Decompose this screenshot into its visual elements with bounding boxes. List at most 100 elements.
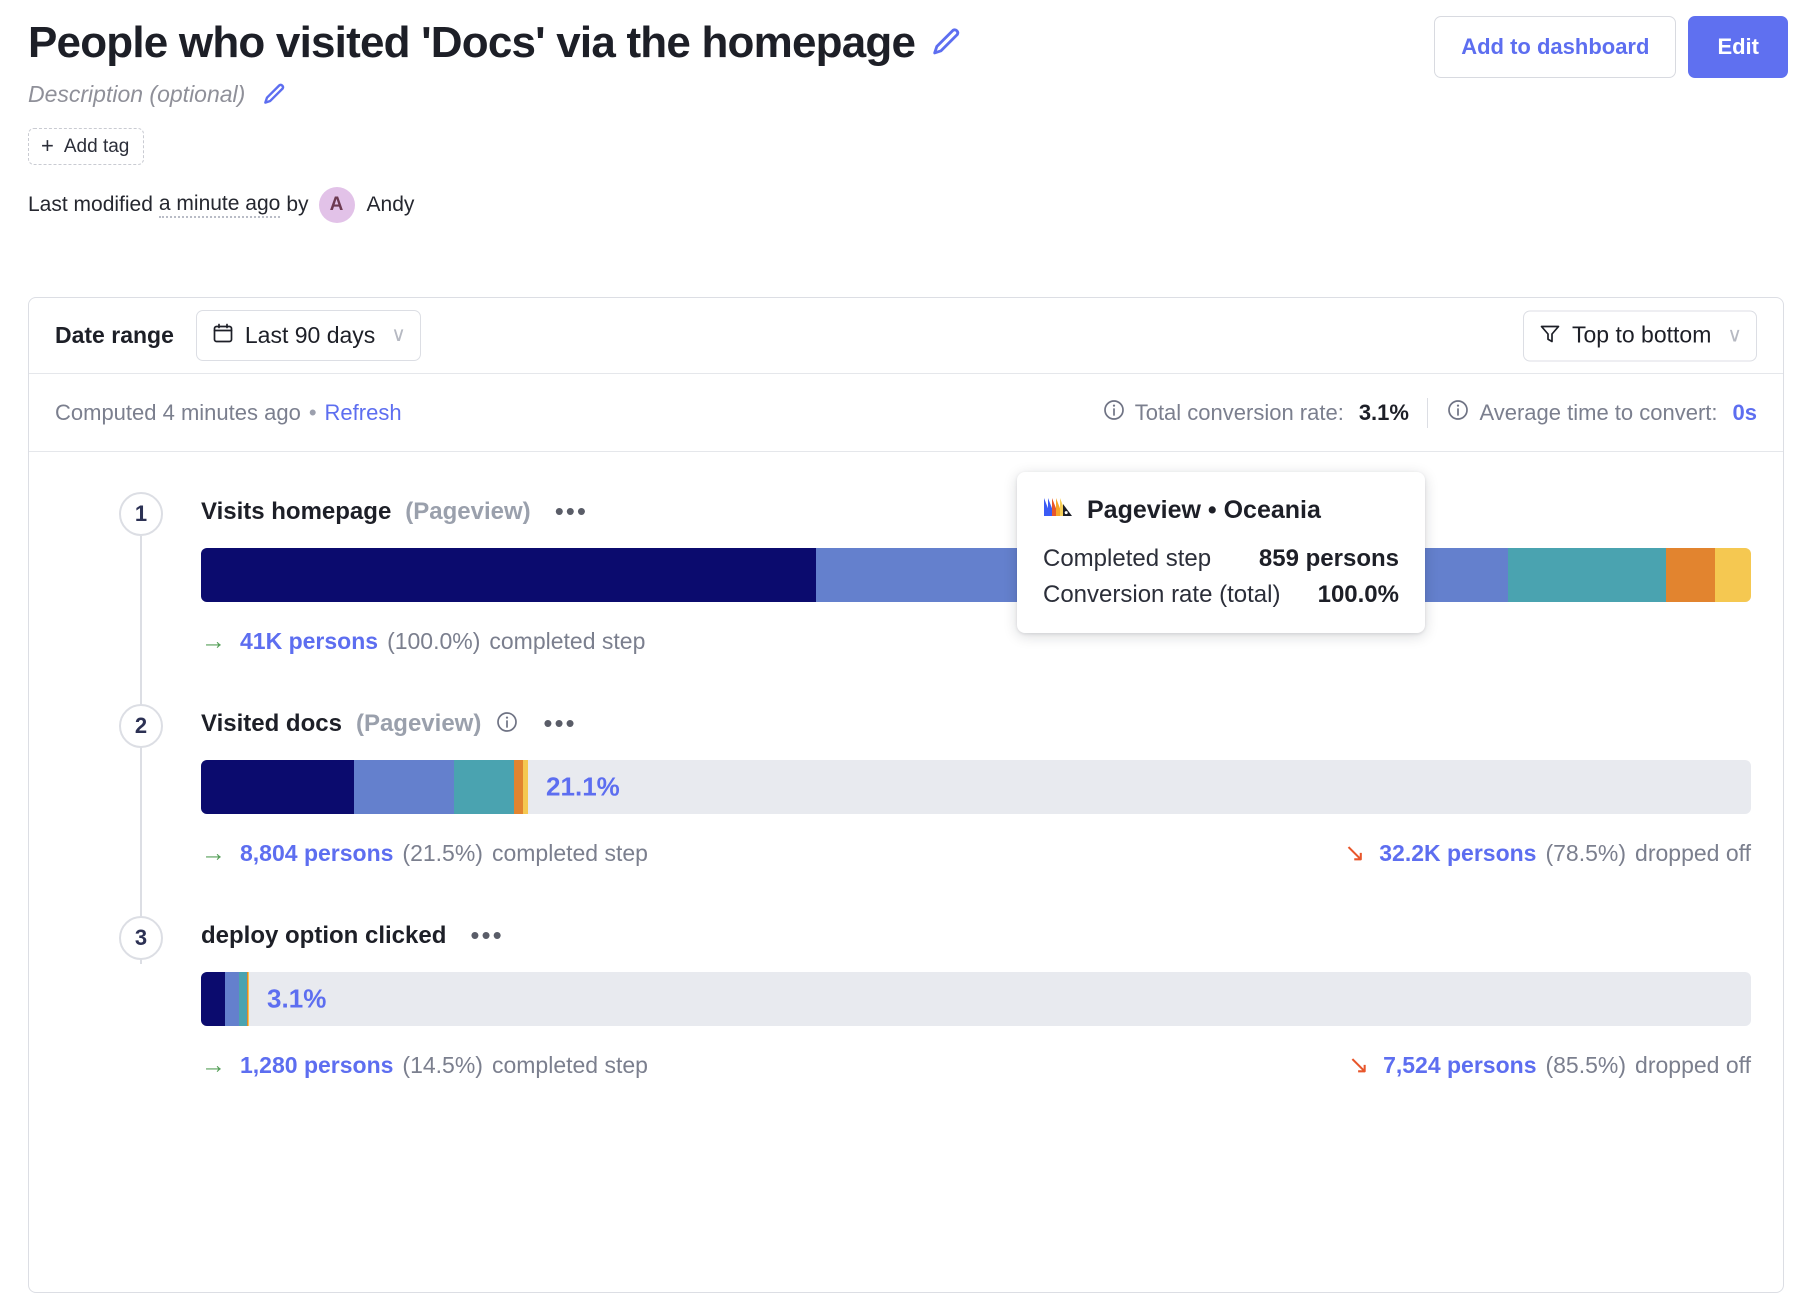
step-number-badge: 3 bbox=[119, 916, 163, 960]
step-name: deploy option clicked bbox=[201, 922, 446, 950]
completed-count[interactable]: 8,804 persons bbox=[240, 840, 393, 867]
completed-suffix: completed step bbox=[492, 1052, 648, 1079]
step-legend: → 1,280 persons (14.5%) completed step ↘ 7,52… bbox=[29, 1048, 1783, 1082]
total-conversion-rate: Total conversion rate: 3.1% bbox=[1102, 398, 1409, 428]
add-to-dashboard-button[interactable]: Add to dashboard bbox=[1434, 16, 1676, 78]
funnel-icon bbox=[1538, 321, 1562, 349]
bar-percent-label: 3.1% bbox=[267, 984, 326, 1015]
avatar[interactable]: A bbox=[319, 187, 355, 223]
edit-title-pencil-icon[interactable] bbox=[929, 26, 963, 60]
info-icon[interactable] bbox=[1446, 398, 1470, 428]
chevron-down-icon: ∨ bbox=[1727, 325, 1742, 345]
date-range-label: Date range bbox=[55, 322, 174, 349]
stats-divider bbox=[1427, 398, 1429, 428]
dropped-count[interactable]: 7,524 persons bbox=[1383, 1052, 1536, 1079]
step-name: Visited docs bbox=[201, 710, 342, 738]
bar-segment[interactable] bbox=[454, 760, 514, 814]
header-actions: Add to dashboard Edit bbox=[1434, 16, 1788, 78]
tooltip-row-value: 859 persons bbox=[1259, 545, 1399, 573]
tag-row: + Add tag bbox=[28, 128, 1784, 165]
arrow-right-icon: → bbox=[201, 1053, 226, 1078]
add-tag-label: Add tag bbox=[64, 137, 130, 156]
step-header: Visits homepage(Pageview)••• bbox=[29, 492, 1783, 532]
bar-segment[interactable] bbox=[225, 972, 239, 1026]
arrow-drop-icon: ↘ bbox=[1348, 1053, 1369, 1078]
edit-description-pencil-icon[interactable] bbox=[261, 82, 287, 108]
step-header: Visited docs(Pageview)••• bbox=[29, 704, 1783, 744]
info-icon[interactable] bbox=[495, 710, 519, 739]
average-time-to-convert: Average time to convert: 0s bbox=[1446, 398, 1757, 428]
info-icon[interactable] bbox=[1102, 398, 1126, 428]
step-bar[interactable]: 21.1% bbox=[201, 760, 1751, 814]
user-name: Andy bbox=[367, 193, 415, 217]
computed-text: Computed 4 minutes ago bbox=[55, 400, 301, 426]
bar-segment[interactable] bbox=[1715, 548, 1751, 602]
dropoff-group: ↘32.2K persons(78.5%)dropped off bbox=[1344, 840, 1751, 867]
step-more-options-icon[interactable]: ••• bbox=[470, 928, 503, 944]
date-range-value: Last 90 days bbox=[245, 324, 375, 347]
step-number-badge: 2 bbox=[119, 704, 163, 748]
tooltip-row-key: Conversion rate (total) bbox=[1043, 581, 1280, 609]
tooltip-row: Completed step 859 persons bbox=[1043, 545, 1399, 573]
card-toolbar: Date range Last 90 days ∨ Top to bottom … bbox=[29, 298, 1783, 374]
step-legend: →8,804 persons(21.5%)completed step↘32.2… bbox=[29, 836, 1783, 870]
dropped-count[interactable]: 32.2K persons bbox=[1379, 840, 1536, 867]
funnel-card: Date range Last 90 days ∨ Top to bottom … bbox=[28, 297, 1784, 1293]
completed-suffix: completed step bbox=[489, 628, 645, 655]
stats-separator: • bbox=[309, 400, 317, 426]
refresh-button[interactable]: Refresh bbox=[325, 400, 402, 426]
add-tag-button[interactable]: + Add tag bbox=[28, 128, 144, 165]
page-header: People who visited 'Docs' via the homepa… bbox=[0, 0, 1812, 223]
bar-segment[interactable] bbox=[1666, 548, 1716, 602]
calendar-icon bbox=[211, 321, 235, 349]
chevron-down-icon: ∨ bbox=[391, 325, 406, 345]
dropped-suffix: dropped off bbox=[1635, 1052, 1751, 1079]
step-bar[interactable]: 3.1% bbox=[201, 972, 1751, 1026]
description-row: Description (optional) bbox=[28, 81, 1784, 108]
last-modified-prefix: Last modified bbox=[28, 193, 153, 217]
date-range-select[interactable]: Last 90 days ∨ bbox=[196, 310, 421, 361]
bar-segment[interactable] bbox=[248, 972, 249, 1026]
last-modified-relative[interactable]: a minute ago bbox=[159, 192, 280, 218]
bar-segment[interactable] bbox=[514, 760, 523, 814]
arrow-drop-icon: ↘ bbox=[1344, 841, 1365, 866]
step-more-options-icon[interactable]: ••• bbox=[555, 504, 588, 520]
bar-segment[interactable] bbox=[201, 548, 816, 602]
bar-segment[interactable] bbox=[1508, 548, 1666, 602]
last-modified-by: by bbox=[286, 193, 308, 217]
dropped-percent: (85.5%) bbox=[1545, 1052, 1626, 1079]
average-time-value: 0s bbox=[1733, 400, 1757, 426]
completed-percent: (21.5%) bbox=[402, 840, 483, 867]
bar-segment[interactable] bbox=[201, 972, 225, 1026]
step-name: Visits homepage bbox=[201, 498, 391, 526]
tooltip-title: Pageview • Oceania bbox=[1087, 496, 1321, 525]
tooltip-header: Pageview • Oceania bbox=[1043, 494, 1399, 527]
step-bar[interactable] bbox=[201, 548, 1751, 602]
description-placeholder: Description (optional) bbox=[28, 81, 245, 108]
bar-segment[interactable] bbox=[239, 972, 248, 1026]
total-conversion-label: Total conversion rate: bbox=[1135, 400, 1344, 426]
dropoff-group: ↘ 7,524 persons (85.5%) dropped off bbox=[1348, 1052, 1751, 1079]
edit-button[interactable]: Edit bbox=[1688, 16, 1788, 78]
toolbar-right: Top to bottom ∨ bbox=[1523, 310, 1757, 361]
layout-select[interactable]: Top to bottom ∨ bbox=[1523, 310, 1757, 361]
card-stats-strip: Computed 4 minutes ago • Refresh Total c… bbox=[29, 374, 1783, 452]
step-more-options-icon[interactable]: ••• bbox=[543, 716, 576, 732]
funnel-tooltip: Pageview • Oceania Completed step 859 pe… bbox=[1017, 472, 1425, 633]
average-time-label: Average time to convert: bbox=[1479, 400, 1717, 426]
tooltip-row-key: Completed step bbox=[1043, 545, 1211, 573]
completed-count[interactable]: 41K persons bbox=[240, 628, 378, 655]
arrow-right-icon: → bbox=[201, 629, 226, 654]
completed-count[interactable]: 1,280 persons bbox=[240, 1052, 393, 1079]
funnel-step: 2Visited docs(Pageview)•••21.1%→8,804 pe… bbox=[29, 704, 1783, 870]
plus-icon: + bbox=[41, 135, 54, 157]
bar-segment[interactable] bbox=[201, 760, 354, 814]
bar-percent-label: 21.1% bbox=[546, 772, 620, 803]
completed-percent: (14.5%) bbox=[402, 1052, 483, 1079]
layout-value: Top to bottom bbox=[1572, 324, 1711, 347]
bar-segment[interactable] bbox=[523, 760, 528, 814]
funnel-step: 1Visits homepage(Pageview)•••→41K person… bbox=[29, 492, 1783, 658]
stats-right: Total conversion rate: 3.1% Average time… bbox=[1102, 398, 1757, 428]
funnel-steps: 1Visits homepage(Pageview)•••→41K person… bbox=[29, 452, 1783, 1082]
bar-segment[interactable] bbox=[354, 760, 454, 814]
